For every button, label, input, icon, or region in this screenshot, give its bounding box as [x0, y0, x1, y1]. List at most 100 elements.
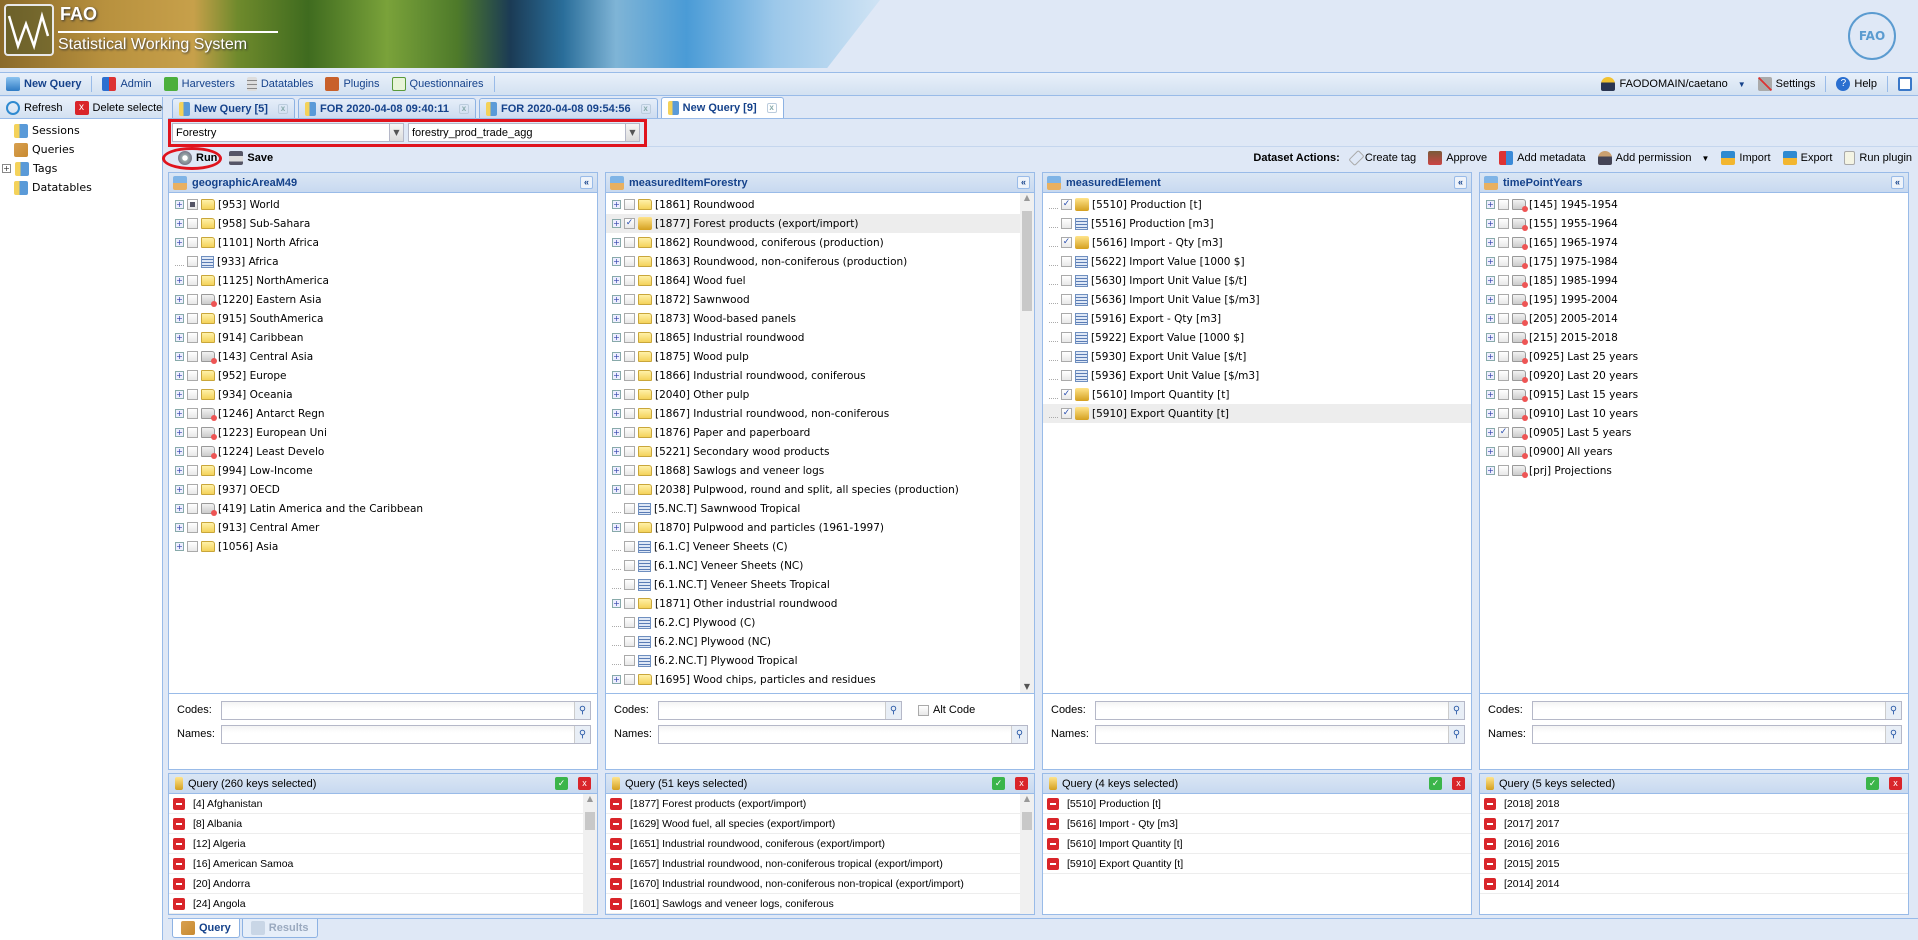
tree-node[interactable]: + [1246] Antarct Regn	[169, 404, 597, 423]
confirm-icon[interactable]: ✓	[992, 777, 1005, 790]
expand-icon[interactable]: +	[175, 352, 184, 361]
tree-node[interactable]: ✓ [5616] Import - Qty [m3]	[1043, 233, 1471, 252]
tree-node[interactable]: + [1101] North Africa	[169, 233, 597, 252]
tree-node[interactable]: [6.2.NC] Plywood (NC)	[606, 632, 1034, 651]
expand-icon[interactable]: +	[1486, 428, 1495, 437]
tree-node[interactable]: + [175] 1975-1984	[1480, 252, 1908, 271]
tree-node[interactable]: + [994] Low-Income	[169, 461, 597, 480]
tree-node[interactable]: + [185] 1985-1994	[1480, 271, 1908, 290]
expand-icon[interactable]: +	[612, 447, 621, 456]
vertical-scrollbar[interactable]: ▲	[583, 794, 597, 914]
expand-icon[interactable]: +	[612, 466, 621, 475]
node-checkbox[interactable]	[624, 617, 635, 628]
scrollbar-thumb[interactable]	[1022, 812, 1032, 830]
tree-node[interactable]: + [1224] Least Develo	[169, 442, 597, 461]
node-checkbox[interactable]	[1061, 370, 1072, 381]
refresh-button[interactable]: Refresh	[0, 97, 69, 119]
collapse-icon[interactable]: «	[1891, 176, 1904, 189]
expand-icon[interactable]: +	[1486, 352, 1495, 361]
tree-node[interactable]: + [958] Sub-Sahara	[169, 214, 597, 233]
remove-icon[interactable]	[610, 877, 622, 890]
node-checkbox[interactable]	[187, 275, 198, 286]
clear-icon[interactable]: x	[578, 777, 591, 790]
maximize-button[interactable]	[1892, 73, 1918, 95]
remove-icon[interactable]	[1047, 817, 1059, 830]
node-checkbox[interactable]	[624, 199, 635, 210]
scroll-down-icon[interactable]: ▼	[1020, 682, 1034, 691]
node-checkbox[interactable]	[624, 427, 635, 438]
expand-icon[interactable]: +	[612, 238, 621, 247]
expand-icon[interactable]: +	[175, 409, 184, 418]
node-checkbox[interactable]	[1061, 218, 1072, 229]
remove-icon[interactable]	[173, 857, 185, 870]
search-icon[interactable]: ⚲	[574, 701, 590, 719]
codes-search-field[interactable]: ⚲	[1095, 700, 1465, 720]
tree-node[interactable]: + [1695] Wood chips, particles and residu…	[606, 670, 1034, 689]
node-checkbox[interactable]	[1498, 446, 1509, 457]
node-checkbox[interactable]	[1061, 275, 1072, 286]
node-checkbox[interactable]	[1498, 275, 1509, 286]
add-metadata-button[interactable]: Add metadata	[1493, 147, 1592, 169]
expand-icon[interactable]: +	[175, 485, 184, 494]
tree-node[interactable]: + [1056] Asia	[169, 537, 597, 556]
tree-node[interactable]: + [952] Europe	[169, 366, 597, 385]
tree-node[interactable]: + [215] 2015-2018	[1480, 328, 1908, 347]
expand-icon[interactable]: +	[175, 542, 184, 551]
node-checkbox[interactable]	[624, 408, 635, 419]
expand-icon[interactable]: +	[1486, 333, 1495, 342]
names-search-field[interactable]: ⚲	[1532, 724, 1902, 744]
questionnaires-button[interactable]: Questionnaires	[386, 73, 490, 95]
node-checkbox[interactable]	[1498, 332, 1509, 343]
expand-icon[interactable]: +	[175, 504, 184, 513]
expand-icon[interactable]: +	[1486, 390, 1495, 399]
expand-icon[interactable]: +	[175, 447, 184, 456]
expand-icon[interactable]: +	[612, 200, 621, 209]
remove-icon[interactable]	[173, 897, 185, 910]
remove-icon[interactable]	[610, 897, 622, 910]
clear-icon[interactable]: x	[1452, 777, 1465, 790]
node-checkbox[interactable]	[1498, 237, 1509, 248]
node-checkbox[interactable]	[187, 218, 198, 229]
tree-node[interactable]: [5.NC.T] Sawnwood Tropical	[606, 499, 1034, 518]
tab-new-query-5[interactable]: New Query [5] x	[172, 98, 295, 118]
expand-icon[interactable]: +	[1486, 219, 1495, 228]
tree-node[interactable]: + [915] SouthAmerica	[169, 309, 597, 328]
node-checkbox[interactable]	[1061, 332, 1072, 343]
run-button[interactable]: Run	[172, 147, 223, 169]
node-checkbox[interactable]	[624, 503, 635, 514]
node-checkbox[interactable]	[187, 370, 198, 381]
names-input[interactable]	[1533, 725, 1885, 743]
node-checkbox[interactable]	[187, 427, 198, 438]
expand-icon[interactable]: +	[1486, 257, 1495, 266]
expand-icon[interactable]: +	[1486, 200, 1495, 209]
checkbox[interactable]	[918, 704, 929, 716]
expand-icon[interactable]: +	[612, 485, 621, 494]
node-checkbox[interactable]	[1061, 294, 1072, 305]
names-input[interactable]	[1096, 725, 1448, 743]
expand-icon[interactable]: +	[1486, 466, 1495, 475]
tree-node[interactable]: + [195] 1995-2004	[1480, 290, 1908, 309]
names-input[interactable]	[659, 725, 1011, 743]
remove-icon[interactable]	[1047, 857, 1059, 870]
node-checkbox[interactable]: ✓	[1061, 199, 1072, 210]
collapse-icon[interactable]: «	[580, 176, 593, 189]
tree-node[interactable]: + [1125] NorthAmerica	[169, 271, 597, 290]
save-button[interactable]: Save	[223, 147, 279, 169]
node-checkbox[interactable]	[187, 313, 198, 324]
tab-for-094011[interactable]: FOR 2020-04-08 09:40:11 x	[297, 98, 476, 118]
nav-queries[interactable]: Queries	[0, 140, 162, 159]
node-checkbox[interactable]	[624, 313, 635, 324]
run-plugin-button[interactable]: Run plugin	[1838, 147, 1918, 169]
node-checkbox[interactable]	[187, 294, 198, 305]
expand-icon[interactable]: +	[612, 333, 621, 342]
remove-icon[interactable]	[1484, 817, 1496, 830]
expand-icon[interactable]: +	[175, 314, 184, 323]
tree-node[interactable]: + [prj] Projections	[1480, 461, 1908, 480]
tree-node[interactable]: + [2040] Other pulp	[606, 385, 1034, 404]
remove-icon[interactable]	[173, 837, 185, 850]
node-checkbox[interactable]	[624, 655, 635, 666]
tab-new-query-9[interactable]: New Query [9] x	[660, 97, 784, 118]
close-tab-icon[interactable]: x	[640, 103, 651, 114]
node-checkbox[interactable]	[187, 522, 198, 533]
search-icon[interactable]: ⚲	[1885, 725, 1901, 743]
